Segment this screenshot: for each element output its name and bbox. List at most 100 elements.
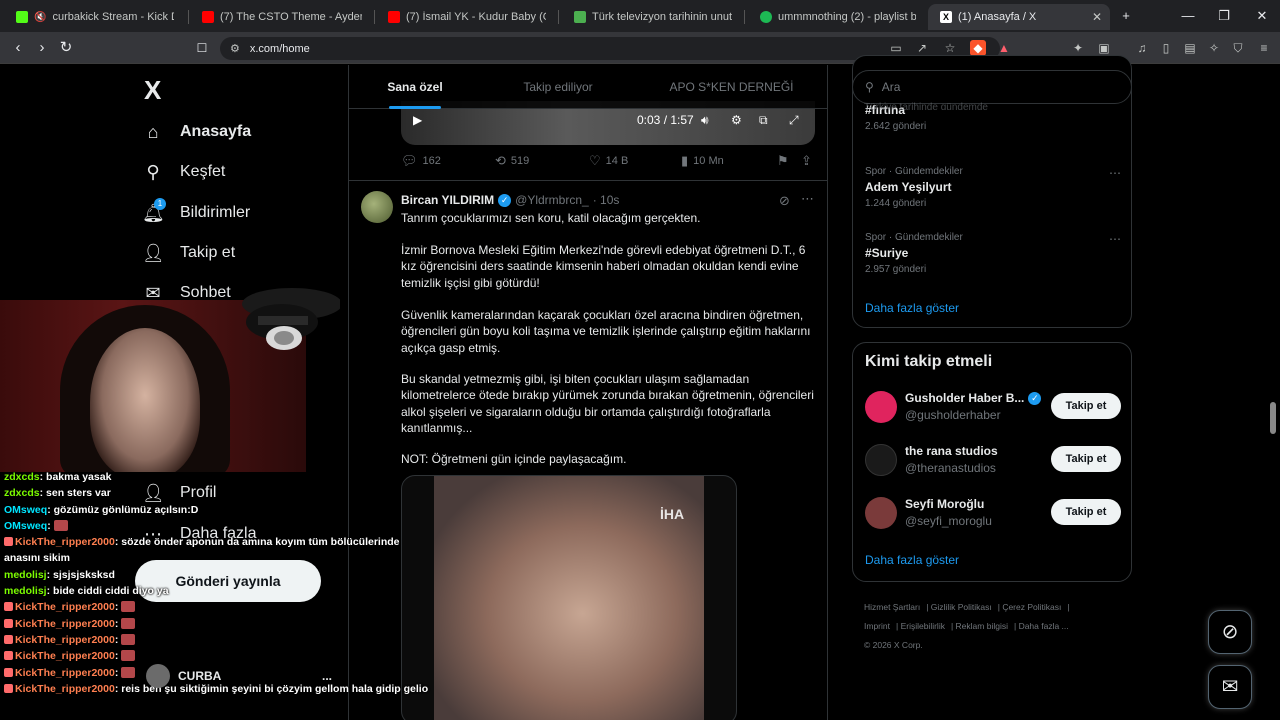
more-options-icon[interactable]: ⋯ (801, 191, 814, 207)
tweet-media-video[interactable]: İHA (401, 475, 737, 720)
reload-icon[interactable]: ↻ (56, 38, 76, 58)
browser-tab[interactable]: 🔇 curbakick Stream - Kick Dashb (4, 4, 182, 30)
nav-notifications[interactable]: 🔔︎ 1 Bildirimler (142, 198, 250, 228)
show-more-link[interactable]: Daha fazla göster (865, 301, 959, 315)
chat-username[interactable]: KickThe_ripper2000 (15, 618, 115, 630)
play-icon[interactable]: ▶ (413, 113, 422, 127)
forward-icon[interactable]: › (32, 38, 52, 58)
minimize-icon[interactable]: — (1178, 6, 1198, 26)
browser-tab[interactable]: (7) İsmail YK - Kudur Baby (Officia (376, 4, 554, 30)
grok-icon[interactable]: ⊘ (779, 193, 790, 209)
avatar[interactable] (361, 191, 393, 223)
chat-username[interactable]: zdxcds (4, 471, 40, 483)
nav-home[interactable]: ⌂ Anasayfa (142, 117, 252, 147)
bookmark-button[interactable]: ⚑ (777, 153, 789, 169)
account-switcher[interactable]: CURBA ... (146, 664, 336, 688)
chat-message: KickThe_ripper2000: (4, 616, 434, 632)
browser-tab-active[interactable]: X (1) Anasayfa / X ✕ (928, 4, 1110, 30)
pip-icon[interactable]: ⧉ (759, 113, 768, 128)
vpn-icon[interactable]: ⛉ (1230, 40, 1246, 56)
chat-username[interactable]: OMsweq (4, 520, 47, 532)
nav-follow[interactable]: 👤︎ Takip et (142, 238, 235, 268)
follow-button[interactable]: Takip et (1051, 393, 1121, 419)
chat-username[interactable]: KickThe_ripper2000 (15, 667, 115, 679)
chat-username[interactable]: KickThe_ripper2000 (15, 634, 115, 646)
music-icon[interactable]: ♫ (1134, 40, 1150, 56)
footer-link[interactable]: Çerez Politikası (1002, 602, 1061, 612)
chat-username[interactable]: KickThe_ripper2000 (15, 601, 115, 613)
brave-rewards-icon[interactable]: ▲ (996, 40, 1012, 56)
sidebar-icon[interactable]: ▯ (1158, 40, 1174, 56)
home-icon: ⌂ (147, 122, 159, 142)
menu-icon[interactable]: ≡ (1256, 40, 1272, 56)
nav-explore[interactable]: ⚲ Keşfet (142, 157, 225, 187)
chat-username[interactable]: KickThe_ripper2000 (15, 536, 115, 548)
repost-button[interactable]: ⟲ 519 (495, 153, 529, 169)
share-icon[interactable]: ↗ (914, 40, 930, 56)
bookmark-star-icon[interactable]: ☆ (942, 40, 958, 56)
show-more-link[interactable]: Daha fazla göster (865, 553, 959, 567)
tab-title: curbakick Stream - Kick Dashb (52, 11, 174, 23)
restore-icon[interactable]: ❐ (1214, 6, 1234, 26)
grok-fab-icon[interactable]: ⊘ (1208, 610, 1252, 654)
screenshot-icon[interactable]: ▣ (1096, 40, 1112, 56)
share-button[interactable]: ⇪ (801, 153, 812, 169)
browser-tab[interactable]: Türk televizyon tarihinin unutulma (562, 4, 740, 30)
close-window-icon[interactable]: ✕ (1252, 6, 1272, 26)
close-tab-icon[interactable]: ✕ (1086, 10, 1102, 24)
chat-username[interactable]: OMsweq (4, 504, 47, 516)
brave-shield-icon[interactable]: ◆ (970, 40, 986, 56)
follow-button[interactable]: Takip et (1051, 446, 1121, 472)
footer-link[interactable]: Imprint (864, 621, 890, 631)
follow-suggestion[interactable]: the rana studios @theranastudios Takip e… (865, 442, 1121, 478)
footer-link[interactable]: Daha fazla ... (1019, 621, 1069, 631)
trend-item[interactable]: Spor · Gündemdekiler Adem Yeşilyurt 1.24… (865, 166, 1121, 209)
browser-tab[interactable]: (7) The CSTO Theme - Ayden Geo (190, 4, 370, 30)
tab-for-you[interactable]: Sana özel (349, 65, 481, 109)
avatar[interactable] (865, 444, 897, 476)
author-name[interactable]: Bircan YILDIRIM (401, 193, 494, 207)
avatar[interactable] (865, 391, 897, 423)
leo-ai-icon[interactable]: ✧ (1206, 40, 1222, 56)
tab-community[interactable]: APO S*KEN DERNEĞİ (649, 65, 814, 109)
footer-link[interactable]: Reklam bilgisi (956, 621, 1008, 631)
settings-icon[interactable]: ⚙ (731, 113, 742, 127)
views-button[interactable]: ▮ 10 Mn (681, 153, 724, 169)
chat-username[interactable]: KickThe_ripper2000 (15, 650, 115, 662)
search-input[interactable]: ⚲ Ara (852, 70, 1132, 104)
cast-icon[interactable]: ▭ (888, 40, 904, 56)
fullscreen-icon[interactable]: ⤢ (789, 113, 799, 128)
chat-username[interactable]: zdxcds (4, 487, 40, 499)
browser-tab[interactable]: ummmnothing (2) - playlist by ku (748, 4, 924, 30)
follow-suggestion[interactable]: Seyfi Moroğlu @seyfi_moroglu Takip et (865, 495, 1121, 531)
avatar[interactable] (865, 497, 897, 529)
bookmark-icon[interactable]: ☐ (192, 38, 212, 58)
like-button[interactable]: ♡ 14 B (589, 153, 628, 169)
mute-icon[interactable]: 🔇 (34, 12, 46, 23)
follow-button[interactable]: Takip et (1051, 499, 1121, 525)
author-handle[interactable]: @Yldrmbrcn_ (515, 193, 589, 207)
extensions-icon[interactable]: ✦ (1070, 40, 1086, 56)
more-options-icon[interactable]: ⋯ (1109, 166, 1121, 180)
site-info-icon[interactable]: ⚙ (230, 42, 240, 55)
scrollbar-thumb[interactable] (1270, 402, 1276, 434)
chat-username[interactable]: KickThe_ripper2000 (15, 683, 115, 695)
wallet-icon[interactable]: ▤ (1182, 40, 1198, 56)
footer-link[interactable]: Gizlilik Politikası (931, 602, 992, 612)
trend-item[interactable]: Spor · Gündemdekiler #Suriye 2.957 gönde… (865, 232, 1121, 275)
more-options-icon: ... (321, 669, 332, 683)
volume-icon[interactable]: 🔊︎ (701, 113, 709, 128)
chat-username[interactable]: medolisj (4, 569, 47, 581)
messages-fab-icon[interactable]: ✉ (1208, 665, 1252, 709)
footer-link[interactable]: Erişilebilirlik (901, 621, 945, 631)
new-tab-button[interactable]: + (1116, 6, 1136, 26)
more-options-icon[interactable]: ⋯ (1109, 232, 1121, 246)
chat-username[interactable]: medolisj (4, 585, 47, 597)
footer-link[interactable]: Hizmet Şartları (864, 602, 920, 612)
follow-suggestion[interactable]: Gusholder Haber B... ✓ @gusholderhaber Ta… (865, 389, 1121, 425)
reply-button[interactable]: 💬︎ 162 (401, 153, 441, 169)
back-icon[interactable]: ‹ (8, 38, 28, 58)
x-logo-icon[interactable]: X (144, 75, 161, 106)
tweet-time[interactable]: · 10s (593, 193, 620, 207)
tab-following[interactable]: Takip ediliyor (499, 65, 617, 109)
